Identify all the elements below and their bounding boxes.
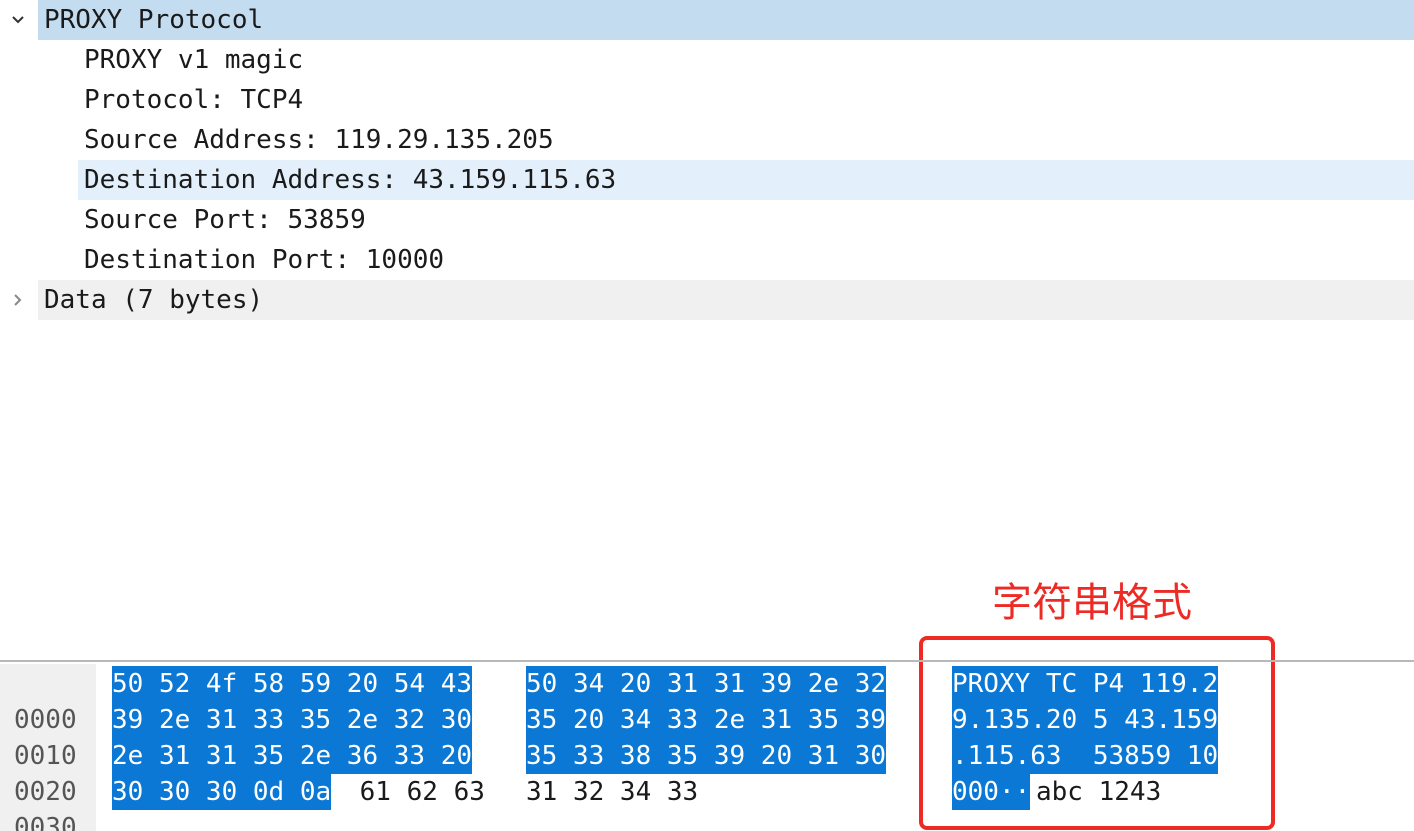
tree-item-label: Destination Address: 43.159.115.63 [84, 165, 617, 195]
ascii-bytes[interactable]: abc 1243 [1036, 774, 1161, 810]
tree-item-label: Protocol: TCP4 [84, 85, 304, 115]
packet-details-tree: PROXY Protocol PROXY v1 magic Protocol: … [0, 0, 1414, 320]
bytes-row: 0000 50 52 4f 58 59 20 54 43 50 34 20 31… [0, 666, 1219, 735]
bytes-row: 0010 39 2e 31 33 35 2e 32 30 35 20 34 33… [0, 702, 1219, 771]
bytes-row: 0020 2e 31 31 35 2e 36 33 20 35 33 38 35… [0, 738, 1219, 807]
hex-bytes-selected[interactable]: 30 30 30 0d 0a [112, 774, 332, 810]
annotation-label: 字符串格式 [992, 580, 1192, 626]
byte-offset: 0030 [14, 813, 77, 831]
tree-item-source-address[interactable]: Source Address: 119.29.135.205 [0, 120, 1414, 160]
tree-item-destination-port[interactable]: Destination Port: 10000 [0, 240, 1414, 280]
tree-item-label: Source Address: 119.29.135.205 [84, 125, 554, 155]
tree-item-label: PROXY v1 magic [84, 45, 304, 75]
ascii-bytes-selected[interactable]: PROXY TC P4 119.2 [952, 666, 1219, 702]
tree-item-source-port[interactable]: Source Port: 53859 [0, 200, 1414, 240]
tree-item-protocol[interactable]: Protocol: TCP4 [0, 80, 1414, 120]
hex-bytes[interactable]: 31 32 34 33 [526, 774, 698, 810]
chevron-down-icon[interactable] [8, 0, 28, 40]
chevron-right-icon[interactable] [8, 280, 28, 320]
hex-bytes-selected[interactable]: 2e 31 31 35 2e 36 33 20 [112, 738, 473, 774]
tree-item-destination-address[interactable]: Destination Address: 43.159.115.63 [0, 160, 1414, 200]
hex-bytes-selected[interactable]: 39 2e 31 33 35 2e 32 30 [112, 702, 473, 738]
hex-bytes-selected[interactable]: 35 20 34 33 2e 31 35 39 [526, 702, 887, 738]
tree-item-proxy-protocol[interactable]: PROXY Protocol [0, 0, 1414, 40]
ascii-bytes-selected[interactable]: .115.63 53859 10 [952, 738, 1219, 774]
tree-item-label: Data (7 bytes) [44, 285, 264, 315]
packet-bytes-pane: 0000 50 52 4f 58 59 20 54 43 50 34 20 31… [0, 666, 1219, 831]
tree-item-label: Destination Port: 10000 [84, 245, 445, 275]
tree-item-proxy-magic[interactable]: PROXY v1 magic [0, 40, 1414, 80]
pane-divider[interactable] [0, 660, 1414, 662]
tree-item-data[interactable]: Data (7 bytes) [0, 280, 1414, 320]
ascii-bytes-selected[interactable]: 9.135.20 5 43.159 [952, 702, 1219, 738]
hex-bytes-selected[interactable]: 50 52 4f 58 59 20 54 43 [112, 666, 473, 702]
tree-item-label: PROXY Protocol [44, 5, 264, 35]
ascii-bytes-selected[interactable]: 000·· [952, 774, 1031, 810]
hex-bytes-selected[interactable]: 50 34 20 31 31 39 2e 32 [526, 666, 887, 702]
packet-viewer: PROXY Protocol PROXY v1 magic Protocol: … [0, 0, 1414, 831]
bytes-row: 0030 30 30 30 0d 0a 61 62 63 31 32 34 33… [0, 774, 1161, 831]
tree-item-label: Source Port: 53859 [84, 205, 366, 235]
hex-bytes-selected[interactable]: 35 33 38 35 39 20 31 30 [526, 738, 887, 774]
hex-bytes[interactable]: 61 62 63 [344, 774, 485, 810]
